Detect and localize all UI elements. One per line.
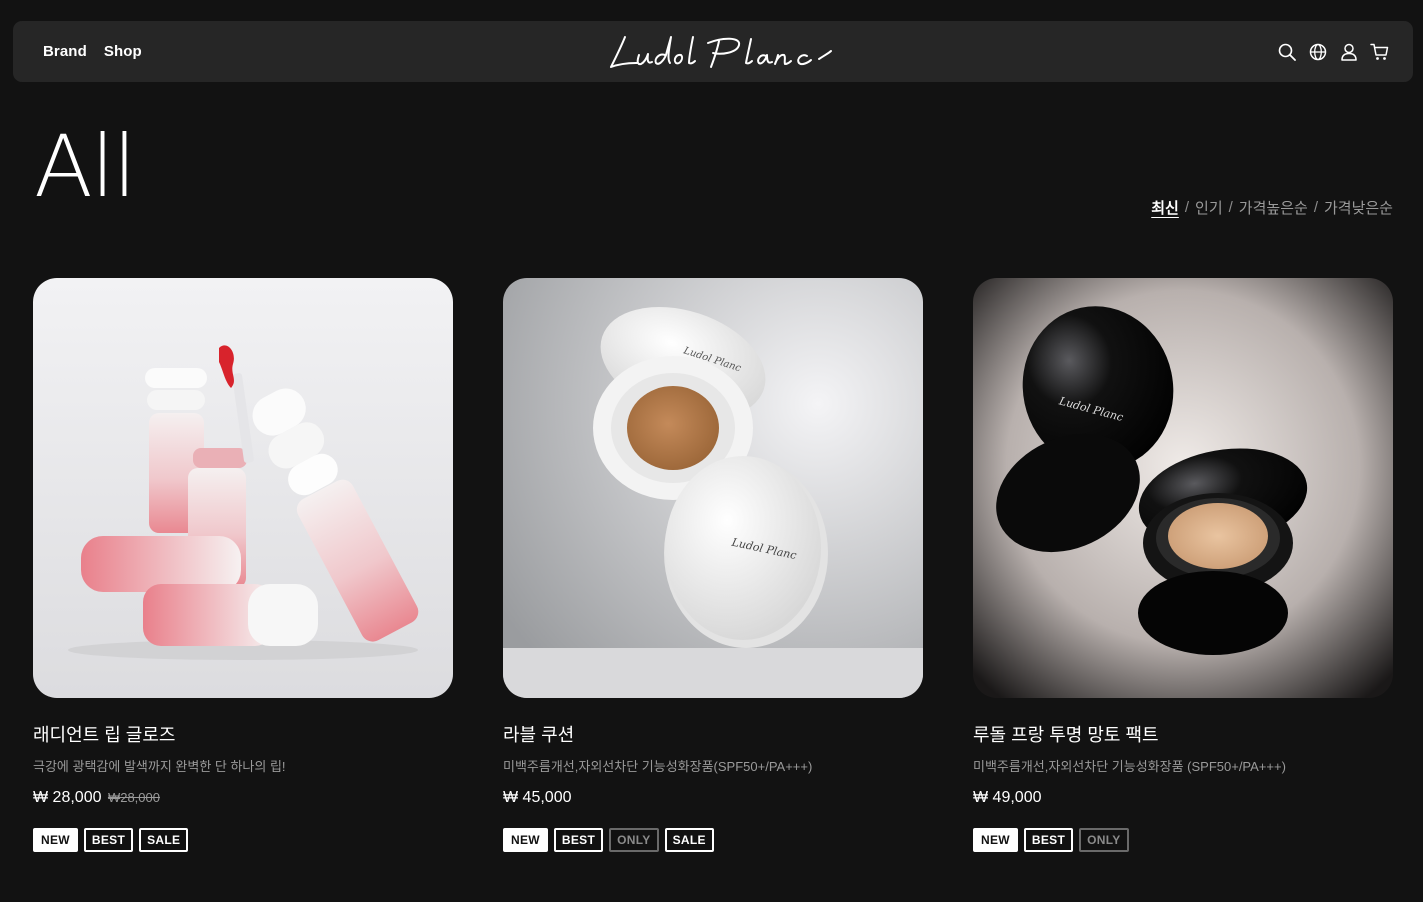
badge-new: NEW xyxy=(33,828,78,852)
price-row: ₩ 49,000 xyxy=(973,789,1393,807)
sort-separator: / xyxy=(1184,199,1190,216)
sort-separator: / xyxy=(1228,199,1233,216)
header-icons xyxy=(1277,21,1389,82)
cart-icon[interactable] xyxy=(1370,42,1389,61)
price-row: ₩ 28,000 ₩28,000 xyxy=(33,789,453,807)
product-price: ₩ 28,000 xyxy=(33,789,102,806)
original-price: ₩28,000 xyxy=(107,790,160,805)
product-name[interactable]: 래디언트 립 글로즈 xyxy=(33,721,453,747)
product-card[interactable]: 래디언트 립 글로즈 극강에 광택감에 발색까지 완벽한 단 하나의 립! ₩ … xyxy=(33,278,453,852)
sort-popular[interactable]: 인기 xyxy=(1195,197,1223,218)
badge-sale: SALE xyxy=(664,828,714,852)
product-image-pact[interactable]: Ludol Planc xyxy=(973,278,1393,698)
product-price: ₩ 49,000 xyxy=(973,789,1042,806)
product-description: 미백주름개선,자외선차단 기능성화장품 (SPF50+/PA+++) xyxy=(973,759,1286,774)
brand-logo[interactable] xyxy=(593,31,833,75)
badge-only: ONLY xyxy=(609,828,659,852)
sort-latest[interactable]: 최신 xyxy=(1151,197,1179,218)
site-header: Brand Shop xyxy=(13,21,1413,82)
sort-price-high[interactable]: 가격높은순 xyxy=(1239,197,1308,218)
price-row: ₩ 45,000 xyxy=(503,789,923,807)
badge-group: NEW BEST SALE xyxy=(33,828,189,852)
product-name[interactable]: 루돌 프랑 투명 망토 팩트 xyxy=(973,721,1393,747)
badge-group: NEW BEST ONLY SALE xyxy=(503,828,714,852)
user-icon[interactable] xyxy=(1339,42,1358,61)
main-nav: Brand Shop xyxy=(43,21,142,82)
product-card[interactable]: Ludol Planc 루돌 프랑 투명 망토 팩트 미백주름개선,자외선차단 … xyxy=(973,278,1393,852)
nav-brand-link[interactable]: Brand xyxy=(43,43,87,60)
badge-new: NEW xyxy=(973,828,1018,852)
nav-shop-link[interactable]: Shop xyxy=(104,43,142,60)
product-image-cushion[interactable]: Ludol Planc Ludol Planc xyxy=(503,278,923,698)
product-image-lip-gloss[interactable] xyxy=(33,278,453,698)
sort-price-low[interactable]: 가격낮은순 xyxy=(1324,197,1393,218)
badge-sale: SALE xyxy=(139,828,189,852)
badge-group: NEW BEST ONLY xyxy=(973,828,1129,852)
globe-icon[interactable] xyxy=(1308,42,1327,61)
badge-best: BEST xyxy=(83,828,134,852)
badge-best: BEST xyxy=(553,828,604,852)
product-description: 미백주름개선,자외선차단 기능성화장품(SPF50+/PA+++) xyxy=(503,759,813,774)
search-icon[interactable] xyxy=(1277,42,1296,61)
badge-only: ONLY xyxy=(1079,828,1129,852)
product-card[interactable]: Ludol Planc Ludol Planc 라블 쿠션 미백주름개선,자외선… xyxy=(503,278,923,852)
product-price: ₩ 45,000 xyxy=(503,789,572,806)
sort-separator: / xyxy=(1313,199,1318,216)
badge-best: BEST xyxy=(1023,828,1074,852)
product-name[interactable]: 라블 쿠션 xyxy=(503,721,923,747)
page-title: All xyxy=(34,117,137,217)
sort-options: 최신 / 인기 / 가격높은순 / 가격낮은순 xyxy=(1151,197,1393,218)
badge-new: NEW xyxy=(503,828,548,852)
product-description: 극강에 광택감에 발색까지 완벽한 단 하나의 립! xyxy=(33,759,286,774)
